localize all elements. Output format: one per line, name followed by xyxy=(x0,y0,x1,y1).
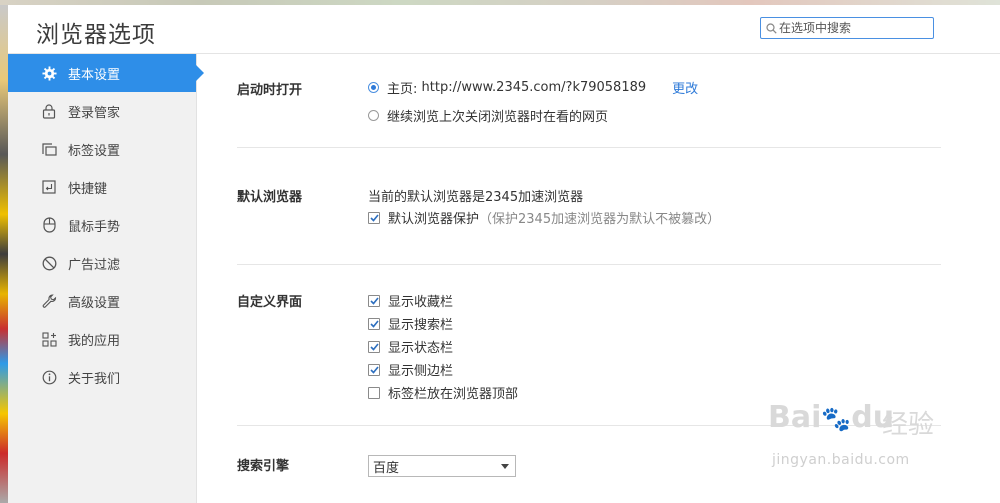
default-browser-protect-note: （保护2345加速浏览器为默认不被篡改） xyxy=(479,212,721,227)
continue-session-label: 继续浏览上次关闭浏览器时在看的网页 xyxy=(387,110,609,125)
section-label: 搜索引擎 xyxy=(237,459,290,474)
show-sidebar-checkbox[interactable] xyxy=(368,363,380,376)
homepage-prefix: 主页: xyxy=(387,82,422,97)
search-box[interactable] xyxy=(760,17,934,39)
chevron-down-icon xyxy=(501,463,509,469)
shortcut-key-icon xyxy=(40,178,58,196)
sidebar-item-label: 高级设置 xyxy=(68,295,121,311)
homepage-url: http://www.2345.com/?k79058189 xyxy=(421,80,647,95)
section-label: 启动时打开 xyxy=(237,83,303,98)
continue-session-option[interactable]: 继续浏览上次关闭浏览器时在看的网页 xyxy=(368,106,608,125)
sidebar-item-label: 广告过滤 xyxy=(68,257,121,273)
divider xyxy=(237,425,941,426)
checkmark-icon xyxy=(369,342,379,351)
default-browser-status-text: 当前的默认浏览器是2345加速浏览器 xyxy=(368,190,584,205)
page-title: 浏览器选项 xyxy=(36,22,156,48)
search-icon xyxy=(766,22,777,34)
mouse-icon xyxy=(40,216,58,234)
sidebar-item-my-apps[interactable]: 我的应用 xyxy=(8,320,196,358)
sidebar-item-label: 我的应用 xyxy=(68,333,121,349)
section-label: 自定义界面 xyxy=(237,295,303,310)
continue-session-radio[interactable] xyxy=(368,110,379,121)
option-label: 显示侧边栏 xyxy=(388,364,454,379)
block-icon xyxy=(40,254,58,272)
divider xyxy=(237,147,941,148)
sidebar-item-basic-settings[interactable]: 基本设置 xyxy=(8,54,204,92)
sidebar-item-shortcuts[interactable]: 快捷键 xyxy=(8,168,196,206)
sidebar-item-mouse-gestures[interactable]: 鼠标手势 xyxy=(8,206,196,244)
sidebar: 基本设置 登录管家 标签设置 快捷键 鼠标手势 广告过滤 高级设置 我的应用 关… xyxy=(8,54,204,503)
show-search-bar-option[interactable]: 显示搜索栏 xyxy=(368,314,453,333)
option-label: 显示收藏栏 xyxy=(388,295,454,310)
gear-icon xyxy=(40,64,58,82)
info-icon xyxy=(40,368,58,386)
change-homepage-link[interactable]: 更改 xyxy=(672,78,698,97)
wrench-icon xyxy=(40,292,58,310)
sidebar-item-label: 登录管家 xyxy=(68,105,121,121)
divider xyxy=(237,264,941,265)
sidebar-item-about-us[interactable]: 关于我们 xyxy=(8,358,196,396)
show-status-bar-option[interactable]: 显示状态栏 xyxy=(368,337,453,356)
homepage-option[interactable]: 主页: http://www.2345.com/?k79058189 更改 xyxy=(368,78,698,97)
settings-content: 启动时打开 主页: http://www.2345.com/?k79058189… xyxy=(197,54,1000,503)
tabs-on-top-checkbox[interactable] xyxy=(368,386,380,399)
sidebar-item-label: 基本设置 xyxy=(68,67,121,83)
default-browser-protect-checkbox[interactable] xyxy=(368,211,380,224)
tabs-on-top-option[interactable]: 标签栏放在浏览器顶部 xyxy=(368,383,518,402)
show-favorites-bar-option[interactable]: 显示收藏栏 xyxy=(368,291,453,310)
checkmark-icon xyxy=(369,365,379,374)
search-engine-selected: 百度 xyxy=(373,460,400,476)
option-label: 显示状态栏 xyxy=(388,341,454,356)
sidebar-item-tab-settings[interactable]: 标签设置 xyxy=(8,130,196,168)
sidebar-item-label: 快捷键 xyxy=(68,181,108,197)
search-engine-select[interactable]: 百度 xyxy=(368,455,516,477)
default-browser-protect-label: 默认浏览器保护 xyxy=(388,212,480,227)
show-favorites-bar-checkbox[interactable] xyxy=(368,294,380,307)
apps-grid-icon xyxy=(40,330,58,348)
homepage-radio[interactable] xyxy=(368,82,379,93)
default-browser-protect-option[interactable]: 默认浏览器保护 （保护2345加速浏览器为默认不被篡改） xyxy=(368,208,720,227)
checkmark-icon xyxy=(369,213,379,222)
sidebar-item-login-manager[interactable]: 登录管家 xyxy=(8,92,196,130)
search-input[interactable] xyxy=(777,21,924,35)
checkmark-icon xyxy=(369,319,379,328)
show-search-bar-checkbox[interactable] xyxy=(368,317,380,330)
sidebar-item-label: 标签设置 xyxy=(68,143,121,159)
sidebar-item-advanced-settings[interactable]: 高级设置 xyxy=(8,282,196,320)
option-label: 标签栏放在浏览器顶部 xyxy=(388,387,519,402)
section-label: 默认浏览器 xyxy=(237,190,303,205)
show-status-bar-checkbox[interactable] xyxy=(368,340,380,353)
tabs-icon xyxy=(40,140,58,158)
option-label: 显示搜索栏 xyxy=(388,318,454,333)
left-background-edge xyxy=(0,5,8,503)
show-sidebar-option[interactable]: 显示侧边栏 xyxy=(368,360,453,379)
sidebar-item-label: 鼠标手势 xyxy=(68,219,121,235)
sidebar-item-ad-filter[interactable]: 广告过滤 xyxy=(8,244,196,282)
default-browser-status: 当前的默认浏览器是2345加速浏览器 xyxy=(368,186,583,205)
checkmark-icon xyxy=(369,296,379,305)
lock-icon xyxy=(40,102,58,120)
header: 浏览器选项 xyxy=(8,5,1000,54)
sidebar-item-label: 关于我们 xyxy=(68,371,121,387)
